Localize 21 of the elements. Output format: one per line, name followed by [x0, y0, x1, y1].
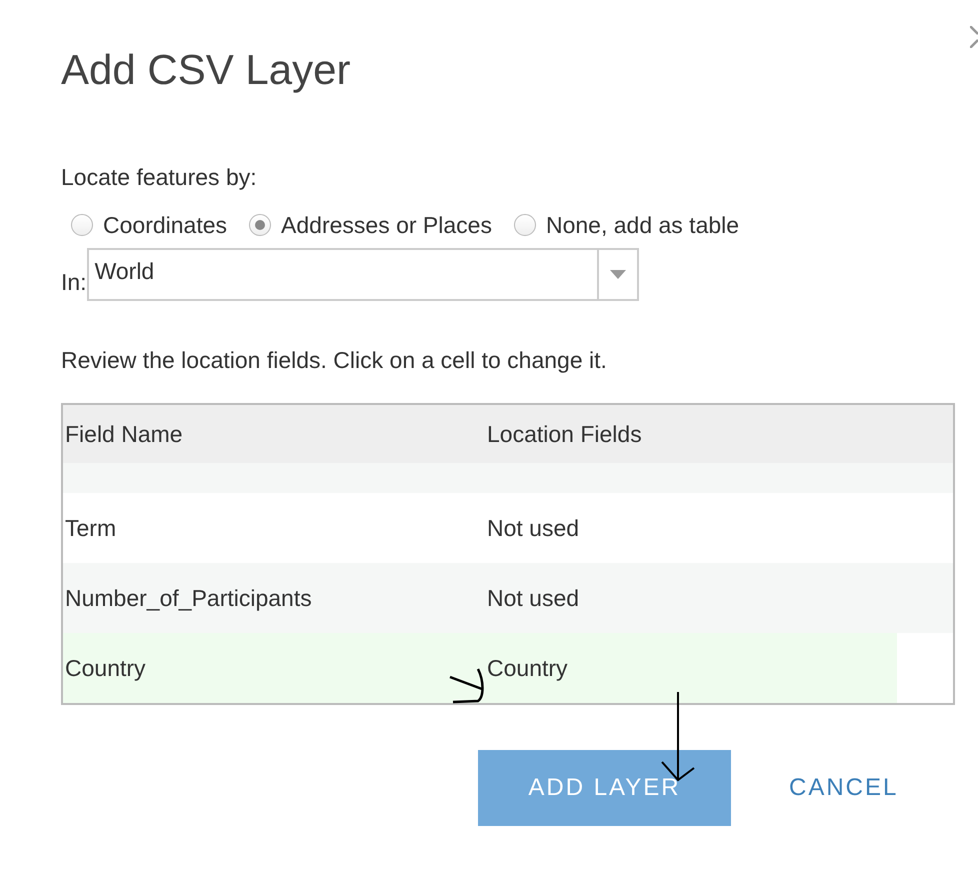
region-dropdown[interactable]: World	[86, 248, 639, 301]
table-row[interactable]: Country Country	[63, 633, 897, 703]
table-cell-text: Term	[64, 514, 118, 542]
region-label: In:	[61, 268, 87, 297]
radio-option[interactable]: None, add as table	[514, 210, 740, 240]
table-row[interactable]: Number_of_Participants Not used	[63, 563, 953, 633]
locate-label: Locate features by:	[61, 163, 258, 192]
table-cell: Not used	[487, 514, 580, 542]
table-cell: Not used	[487, 584, 580, 612]
instructions-text: Review the location fields. Click on a cell to change it.	[61, 346, 608, 375]
dialog-title: Add CSV Layer	[61, 45, 350, 95]
column-header: Field Name	[64, 420, 184, 448]
caret-icon	[610, 270, 626, 279]
cancel-button[interactable]: CANCEL	[789, 774, 898, 802]
radio-option[interactable]: Coordinates	[71, 210, 228, 240]
close-icon[interactable]	[970, 26, 978, 48]
column-header: Location Fields	[487, 420, 642, 448]
radio-option[interactable]: Addresses or Places	[249, 210, 492, 240]
table-cell-text: Country	[64, 654, 147, 682]
table-cell-text: Number_of_Participants	[64, 584, 313, 612]
table-cell: Country	[487, 654, 568, 682]
